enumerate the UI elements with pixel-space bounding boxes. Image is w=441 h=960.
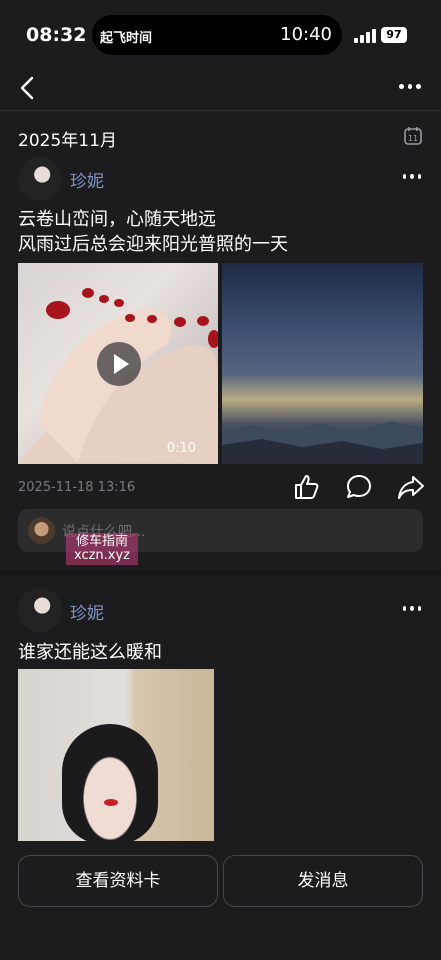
post-divider <box>0 570 441 576</box>
watermark-line1: 修车指南 <box>75 534 128 549</box>
calendar-icon[interactable]: 11 <box>403 126 423 146</box>
portrait-face <box>62 724 158 841</box>
status-bar: 08:32 起飞时间 10:40 97 <box>0 0 441 66</box>
watermark: 修车指南 xczn.xyz <box>66 533 138 565</box>
comment-icon[interactable] <box>345 473 373 501</box>
month-heading: 2025年11月 <box>18 131 117 151</box>
current-user-avatar <box>28 517 55 544</box>
portrait-lips <box>104 799 118 806</box>
status-time: 08:32 <box>26 24 87 46</box>
post-timestamp: 2025-11-18 13:16 <box>18 480 136 495</box>
post-text-line2: 风雨过后总会迎来阳光普照的一天 <box>18 234 288 255</box>
signal-icon <box>354 29 376 43</box>
post-author[interactable]: 珍妮 <box>70 599 104 624</box>
share-icon[interactable] <box>397 473 425 501</box>
avatar[interactable] <box>18 157 62 201</box>
like-icon[interactable] <box>292 473 320 501</box>
avatar[interactable] <box>18 588 62 632</box>
post-author[interactable]: 珍妮 <box>70 167 104 192</box>
view-profile-card-button[interactable]: 查看资料卡 <box>18 855 218 907</box>
battery-icon: 97 <box>381 27 407 43</box>
send-message-button[interactable]: 发消息 <box>223 855 423 907</box>
nav-bar <box>0 66 441 110</box>
post-text-line1: 云卷山峦间，心随天地远 <box>18 209 216 230</box>
post-more-icon[interactable] <box>403 606 421 612</box>
nav-divider <box>0 110 441 111</box>
post-text: 谁家还能这么暖和 <box>18 642 162 663</box>
post-more-icon[interactable] <box>403 174 421 180</box>
post-video[interactable]: 0:10 <box>18 263 218 464</box>
island-app-label: 起飞时间 <box>100 31 153 46</box>
play-icon[interactable] <box>97 342 141 386</box>
dynamic-island[interactable]: 起飞时间 10:40 <box>92 15 342 55</box>
svg-text:11: 11 <box>408 134 418 143</box>
chevron-left-icon[interactable] <box>16 74 40 102</box>
video-duration: 0:10 <box>166 441 196 456</box>
watermark-line2: xczn.xyz <box>73 548 131 563</box>
island-time: 10:40 <box>280 24 332 45</box>
post-image-sky[interactable] <box>222 263 423 464</box>
mountain-landscape <box>222 421 423 464</box>
post-image-portrait[interactable] <box>18 669 214 841</box>
more-horizontal-icon[interactable] <box>399 84 422 90</box>
